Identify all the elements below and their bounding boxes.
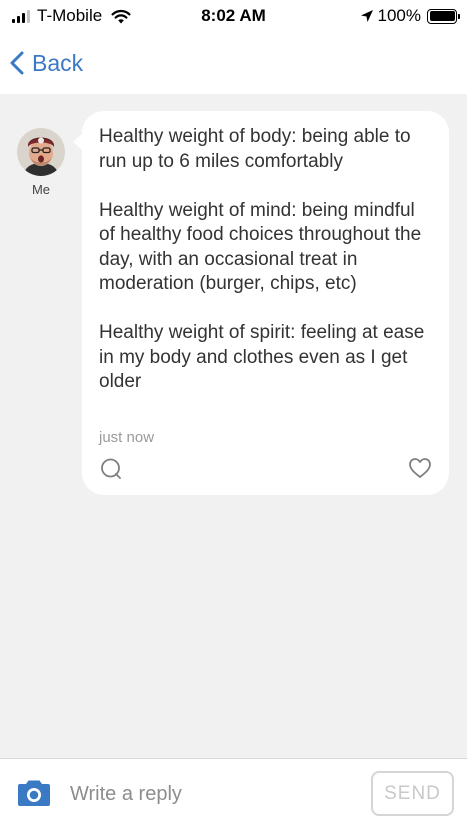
message-author[interactable]: Me bbox=[17, 128, 65, 197]
chevron-left-icon bbox=[10, 51, 24, 75]
nav-bar: Back bbox=[0, 34, 467, 94]
message-text: Healthy weight of body: being able to ru… bbox=[99, 125, 434, 395]
back-button[interactable]: Back bbox=[10, 46, 83, 80]
message-paragraph: Healthy weight of mind: being mindful of… bbox=[99, 199, 422, 295]
comment-icon[interactable] bbox=[99, 457, 123, 481]
message-paragraph: Healthy weight of spirit: feeling at eas… bbox=[99, 322, 425, 392]
location-arrow-icon bbox=[360, 10, 373, 22]
screen: T-Mobile 8:02 AM 100% Back Me Healthy we… bbox=[0, 0, 467, 829]
message-bubble: Healthy weight of body: being able to ru… bbox=[73, 111, 449, 495]
battery-icon bbox=[427, 8, 460, 24]
message-paragraph: Healthy weight of body: being able to ru… bbox=[99, 126, 411, 172]
status-bar: T-Mobile 8:02 AM 100% bbox=[0, 0, 467, 34]
back-label: Back bbox=[32, 49, 84, 76]
heart-icon[interactable] bbox=[408, 457, 432, 479]
reply-input[interactable] bbox=[70, 779, 355, 809]
camera-icon[interactable] bbox=[16, 779, 52, 807]
send-button[interactable]: SEND bbox=[371, 771, 454, 816]
status-right: 100% bbox=[360, 6, 460, 26]
author-name: Me bbox=[31, 182, 51, 197]
avatar[interactable] bbox=[17, 128, 65, 176]
message-timestamp: just now bbox=[99, 429, 155, 446]
battery-fill bbox=[429, 11, 455, 21]
reply-bar: SEND bbox=[0, 758, 467, 829]
battery-percent: 100% bbox=[377, 6, 421, 25]
avatar-image bbox=[17, 128, 65, 176]
